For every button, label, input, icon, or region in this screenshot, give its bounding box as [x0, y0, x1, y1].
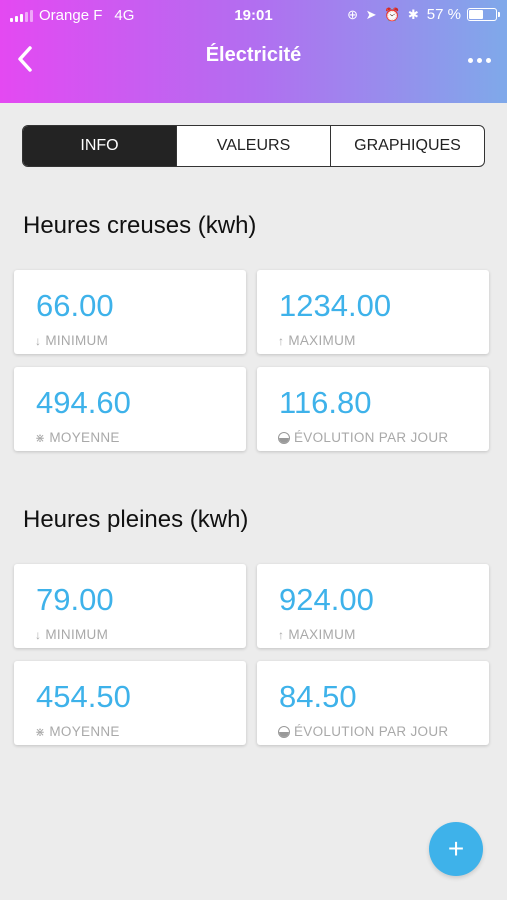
average-icon: ⋇	[35, 430, 46, 445]
arrow-up-icon: ↑	[278, 627, 285, 642]
battery-fill	[469, 10, 483, 19]
status-icons: ⊕ ➤ ⏰ ✱	[347, 6, 421, 22]
stat-label: MAXIMUM	[288, 627, 356, 642]
stat-card-moyenne: 494.60 ⋇ MOYENNE	[14, 367, 246, 451]
stat-label-row: ↑ MAXIMUM	[278, 627, 356, 642]
stat-card-minimum: 66.00 ↓ MINIMUM	[14, 270, 246, 354]
stat-value: 1234.00	[279, 288, 392, 323]
stat-card-maximum: 1234.00 ↑ MAXIMUM	[257, 270, 489, 354]
app-header: Orange F 4G 19:01 ⊕ ➤ ⏰ ✱ 57 % Électrici…	[0, 0, 507, 103]
add-button[interactable]: +	[429, 822, 483, 876]
stat-label-row: ÉVOLUTION PAR JOUR	[278, 430, 448, 445]
arrow-down-icon: ↓	[35, 627, 42, 642]
stat-card-evolution: 116.80 ÉVOLUTION PAR JOUR	[257, 367, 489, 451]
stat-label-row: ⋇ MOYENNE	[35, 430, 120, 445]
gauge-icon	[278, 431, 290, 444]
stat-value: 924.00	[279, 582, 374, 617]
stat-label: ÉVOLUTION PAR JOUR	[294, 430, 449, 445]
battery-icon	[467, 8, 500, 21]
status-bar: Orange F 4G 19:01 ⊕ ➤ ⏰ ✱ 57 %	[0, 0, 507, 32]
gauge-icon	[278, 725, 290, 738]
more-options-button[interactable]	[459, 46, 499, 74]
status-right: ⊕ ➤ ⏰ ✱ 57 %	[347, 6, 500, 23]
nav-bar: Électricité	[0, 38, 507, 78]
section-title-heures-pleines: Heures pleines (kwh)	[23, 506, 249, 533]
stat-label-row: ↑ MAXIMUM	[278, 333, 356, 348]
stat-label: MOYENNE	[49, 724, 120, 739]
stat-label-row: ↓ MINIMUM	[35, 333, 108, 348]
tab-info[interactable]: INFO	[23, 126, 176, 166]
segmented-control: INFO VALEURS GRAPHIQUES	[22, 125, 485, 167]
stat-label: MINIMUM	[45, 333, 109, 348]
stat-card-evolution: 84.50 ÉVOLUTION PAR JOUR	[257, 661, 489, 745]
tab-graphiques[interactable]: GRAPHIQUES	[330, 126, 484, 166]
stat-label-row: ↓ MINIMUM	[35, 627, 108, 642]
stat-label: MAXIMUM	[288, 333, 356, 348]
dot-icon	[485, 57, 491, 63]
stat-label: ÉVOLUTION PAR JOUR	[294, 724, 449, 739]
arrow-up-icon: ↑	[278, 333, 285, 348]
stat-card-maximum: 924.00 ↑ MAXIMUM	[257, 564, 489, 648]
stat-value: 66.00	[36, 288, 114, 323]
stat-label-row: ⋇ MOYENNE	[35, 724, 120, 739]
section-title-heures-creuses: Heures creuses (kwh)	[23, 212, 257, 239]
stat-value: 494.60	[36, 385, 131, 420]
stat-card-minimum: 79.00 ↓ MINIMUM	[14, 564, 246, 648]
arrow-down-icon: ↓	[35, 333, 42, 348]
stat-value: 84.50	[279, 679, 357, 714]
stat-label: MOYENNE	[49, 430, 120, 445]
stat-label: MINIMUM	[45, 627, 109, 642]
dot-icon	[476, 57, 482, 63]
dot-icon	[467, 57, 473, 63]
average-icon: ⋇	[35, 724, 46, 739]
battery-percent: 57 %	[426, 6, 461, 23]
stat-card-moyenne: 454.50 ⋇ MOYENNE	[14, 661, 246, 745]
tab-valeurs[interactable]: VALEURS	[176, 126, 330, 166]
stat-value: 116.80	[279, 385, 372, 420]
stat-value: 454.50	[36, 679, 131, 714]
page-title: Électricité	[205, 44, 302, 66]
stat-value: 79.00	[36, 582, 114, 617]
stat-label-row: ÉVOLUTION PAR JOUR	[278, 724, 448, 739]
